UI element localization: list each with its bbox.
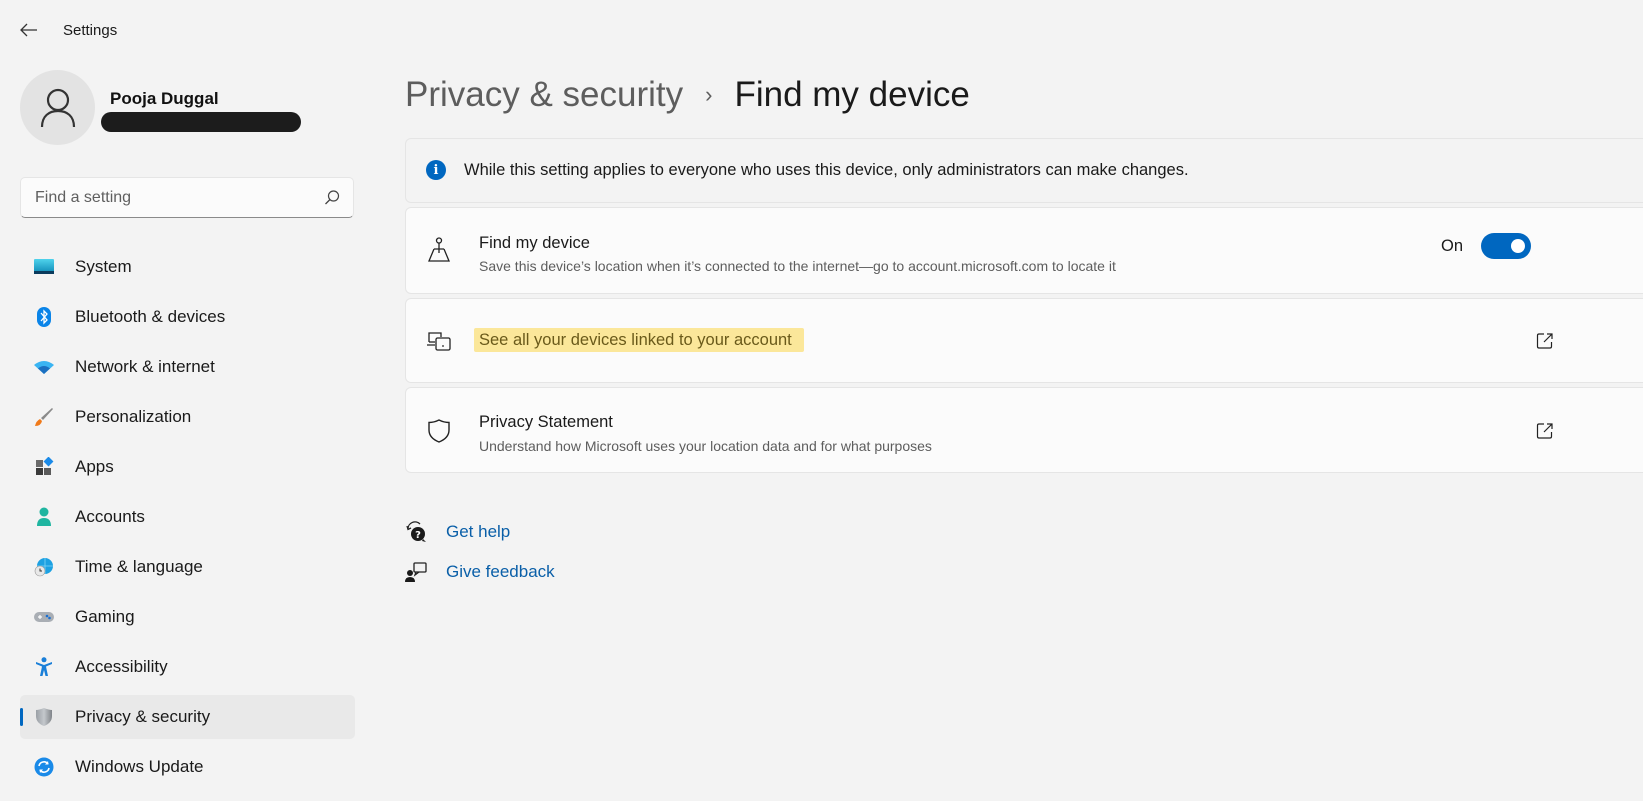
profile-name: Pooja Duggal — [110, 89, 219, 108]
highlight-wrapper: See all your devices linked to your acco… — [474, 328, 804, 352]
bluetooth-icon — [37, 307, 51, 327]
give-feedback-label: Give feedback — [446, 562, 555, 581]
wifi-icon — [34, 361, 54, 374]
profile-email-redacted — [101, 112, 301, 132]
update-icon — [34, 757, 54, 777]
app-title: Settings — [63, 22, 118, 39]
get-help-label: Get help — [446, 522, 511, 541]
apps-icon — [36, 457, 54, 475]
toggle-state-label: On — [1440, 236, 1463, 255]
sidebar-item-label: Apps — [75, 457, 114, 476]
setting-title: Find my device — [479, 234, 590, 252]
toggle-knob — [1511, 239, 1525, 253]
svg-text:?: ? — [415, 530, 421, 541]
sidebar-item-accessibility[interactable]: Accessibility — [20, 645, 355, 689]
sidebar-item-bluetooth[interactable]: Bluetooth & devices — [20, 295, 355, 339]
shield-outline-icon — [428, 419, 450, 443]
external-link-icon — [1536, 333, 1553, 349]
title-bar: Settings — [0, 0, 400, 60]
avatar[interactable] — [20, 70, 95, 145]
give-feedback-icon — [405, 562, 427, 582]
sidebar-item-apps[interactable]: Apps — [20, 445, 355, 489]
page-title: Find my device — [734, 75, 970, 114]
privacy-statement-link[interactable]: Privacy Statement Understand how Microso… — [405, 387, 1643, 473]
sidebar-item-label: Network & internet — [75, 357, 215, 376]
sidebar-item-label: Privacy & security — [75, 707, 211, 726]
user-profile[interactable]: Pooja Duggal — [20, 70, 340, 146]
accounts-icon — [37, 507, 51, 526]
linked-devices-link[interactable]: See all your devices linked to your acco… — [405, 298, 1643, 383]
settings-window: Settings Pooja Duggal System — [0, 0, 1643, 801]
sidebar-item-label: Time & language — [75, 557, 203, 576]
sidebar-item-label: Windows Update — [75, 757, 204, 776]
setting-title: Privacy Statement — [479, 413, 613, 431]
setting-description: Save this device’s location when it’s co… — [479, 258, 1116, 274]
sidebar-item-privacy-security[interactable]: Privacy & security — [20, 695, 355, 739]
user-avatar-icon — [40, 88, 75, 127]
sidebar-item-label: Accessibility — [75, 657, 168, 676]
search-box[interactable] — [20, 177, 354, 218]
search-icon[interactable] — [323, 189, 341, 207]
sidebar-item-gaming[interactable]: Gaming — [20, 595, 355, 639]
find-my-device-toggle[interactable] — [1481, 233, 1531, 259]
active-indicator — [20, 708, 23, 726]
accessibility-icon — [36, 657, 52, 676]
devices-icon — [427, 332, 451, 351]
find-my-device-icon — [428, 237, 450, 262]
chevron-right-icon: › — [705, 82, 713, 107]
breadcrumb: Privacy & security › Find my device — [405, 70, 970, 120]
get-help-icon: ? — [406, 521, 426, 542]
setting-description: Understand how Microsoft uses your locat… — [479, 438, 932, 454]
sidebar-item-label: Bluetooth & devices — [75, 307, 226, 326]
back-button[interactable] — [14, 18, 44, 42]
find-my-device-setting: Find my device Save this device’s locati… — [405, 207, 1643, 294]
external-link-icon — [1536, 423, 1553, 439]
breadcrumb-parent-link[interactable]: Privacy & security — [405, 75, 683, 115]
info-bar: i While this setting applies to everyone… — [405, 138, 1643, 203]
setting-title: See all your devices linked to your acco… — [474, 328, 804, 352]
sidebar-item-label: Accounts — [75, 507, 145, 526]
sidebar-item-label: System — [75, 257, 132, 276]
sidebar-item-label: Gaming — [75, 607, 135, 626]
gamepad-icon — [34, 612, 54, 622]
system-icon — [34, 259, 54, 274]
search-input[interactable] — [21, 178, 311, 217]
sidebar-item-windows-update[interactable]: Windows Update — [20, 745, 355, 789]
info-icon: i — [426, 160, 446, 180]
sidebar-item-network[interactable]: Network & internet — [20, 345, 355, 389]
back-arrow-icon — [20, 23, 37, 37]
sidebar-item-time-language[interactable]: Time & language — [20, 545, 355, 589]
sidebar-item-label: Personalization — [75, 407, 192, 426]
time-language-icon — [34, 558, 53, 577]
info-text: While this setting applies to everyone w… — [464, 161, 1189, 179]
shield-icon — [36, 708, 52, 726]
sidebar-item-accounts[interactable]: Accounts — [20, 495, 355, 539]
brush-icon — [35, 408, 53, 426]
sidebar-nav: System Bluetooth & devices Network & int… — [20, 245, 355, 795]
find-my-device-toggle-group: On — [1441, 233, 1531, 259]
sidebar-item-system[interactable]: System — [20, 245, 355, 289]
sidebar-item-personalization[interactable]: Personalization — [20, 395, 355, 439]
